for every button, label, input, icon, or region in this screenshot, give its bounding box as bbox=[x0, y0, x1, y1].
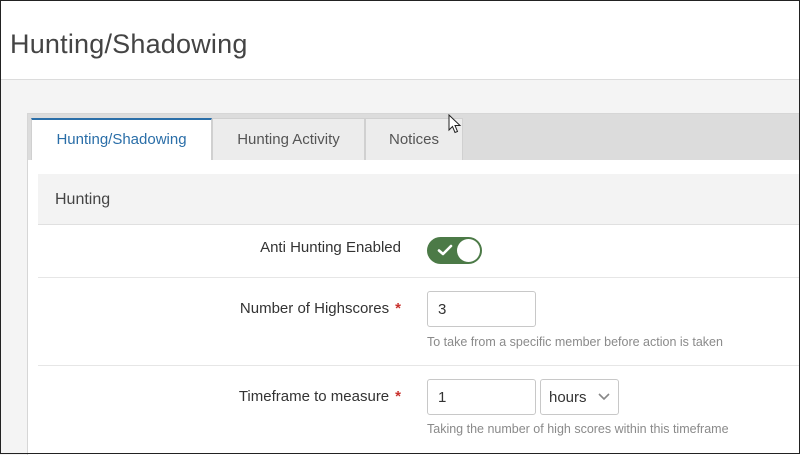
section-header: Hunting bbox=[38, 174, 800, 225]
tab-hunting-activity[interactable]: Hunting Activity bbox=[212, 118, 365, 160]
anti-hunting-label: Anti Hunting Enabled bbox=[260, 239, 401, 256]
highscores-label: Number of Highscores * bbox=[239, 300, 401, 317]
timeframe-unit-select[interactable]: hours bbox=[540, 379, 619, 415]
timeframe-help: Taking the number of high scores within … bbox=[427, 422, 729, 436]
timeframe-unit-value: hours bbox=[549, 389, 587, 406]
settings-panel: Hunting/Shadowing Hunting Activity Notic… bbox=[27, 113, 800, 455]
tab-bar: Hunting/Shadowing Hunting Activity Notic… bbox=[28, 114, 800, 160]
toggle-knob bbox=[457, 239, 480, 262]
timeframe-label: Timeframe to measure * bbox=[238, 388, 401, 405]
required-marker: * bbox=[395, 388, 401, 405]
anti-hunting-toggle[interactable] bbox=[427, 237, 482, 264]
highscores-input[interactable] bbox=[427, 291, 536, 327]
section-title: Hunting bbox=[55, 191, 111, 208]
tab-hunting-shadowing[interactable]: Hunting/Shadowing bbox=[31, 118, 212, 160]
timeframe-input[interactable] bbox=[427, 379, 536, 415]
required-marker: * bbox=[395, 300, 401, 317]
row-divider bbox=[38, 365, 800, 366]
page-header: Hunting/Shadowing bbox=[1, 1, 799, 80]
page-title: Hunting/Shadowing bbox=[10, 29, 248, 59]
check-icon bbox=[437, 244, 453, 256]
chevron-down-icon bbox=[598, 393, 610, 401]
row-divider bbox=[38, 277, 800, 278]
highscores-help: To take from a specific member before ac… bbox=[427, 335, 723, 349]
mouse-cursor-icon bbox=[448, 114, 462, 134]
